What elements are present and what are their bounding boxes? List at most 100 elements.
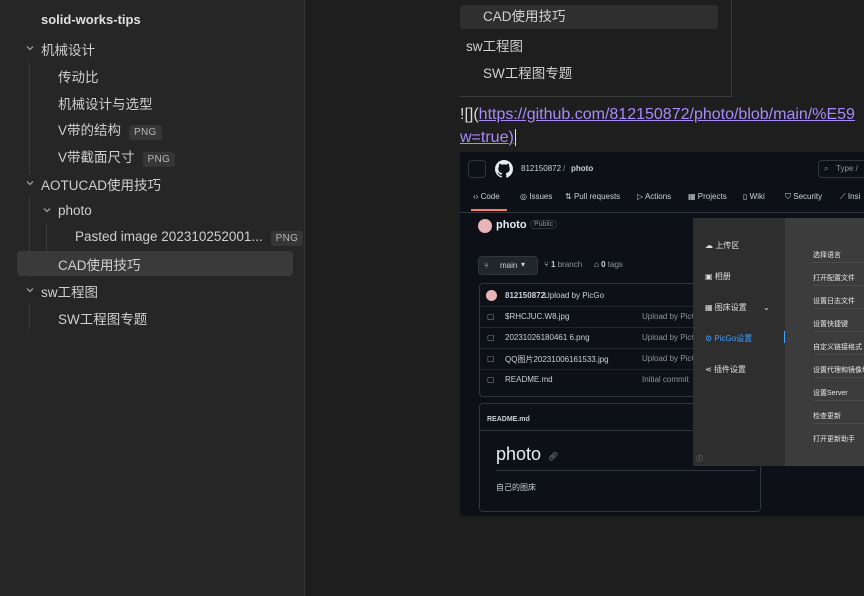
branch-count: ⑂ 1 branch	[544, 260, 582, 269]
file-name: Pasted image 202310252001...	[75, 229, 263, 244]
gear-icon: ⚙	[705, 334, 713, 343]
folder-row-aotucad[interactable]: AOTUCAD使用技巧	[17, 171, 293, 196]
repo-owner: 812150872	[521, 164, 562, 173]
menu-item-picgo-settings: ⚙ PicGo设置	[705, 333, 752, 344]
file-name: README.md	[505, 375, 553, 384]
folder-row-mechanical[interactable]: 机械设计	[17, 36, 293, 61]
vault-title[interactable]: solid-works-tips	[41, 12, 141, 27]
setting-label: 检查更新	[813, 413, 841, 420]
file-name: $RHCJUC.W8.jpg	[505, 312, 570, 321]
setting-divider	[813, 377, 864, 378]
repo-avatar	[478, 219, 492, 233]
file-row[interactable]: V带的结构 PNG	[17, 117, 293, 142]
branch-count-label: branch	[557, 260, 583, 269]
file-type-badge: PNG	[129, 125, 162, 140]
setting-divider	[813, 354, 864, 355]
setting-label: 设置日志文件	[813, 298, 855, 305]
setting-label: 设置Server	[813, 390, 848, 397]
markdown-image-link-cont[interactable]: w=true)	[460, 129, 516, 147]
file-row[interactable]: Pasted image 202310252001... PNG	[17, 225, 304, 250]
commit-message: Upload by PicGo	[544, 291, 605, 300]
commit-avatar	[486, 290, 497, 301]
link-prefix: ![](	[460, 106, 479, 123]
file-row-active[interactable]: CAD使用技巧	[17, 251, 293, 276]
tab-label: Wiki	[749, 192, 765, 201]
picgo-menu: ☁ 上传区 ▣ 相册 ▦ 图床设置 ⌄ ⚙ PicGo设置 ⋖ 插件设置 ⓘ 选…	[693, 218, 864, 466]
branch-select: ⑂ main ▾	[478, 256, 538, 275]
tab-label: Projects	[697, 192, 727, 201]
folder-row-photo[interactable]: photo	[17, 198, 293, 223]
readme-body: 自己的图床	[496, 483, 536, 492]
tab-underline	[471, 209, 507, 211]
embedded-image[interactable]: 812150872 / photo ⌕ Type / ‹› Code ◎ Iss…	[460, 152, 864, 516]
issue-icon: ◎	[520, 192, 527, 201]
file-row[interactable]: 机械设计与选型	[17, 90, 293, 115]
branch-icon: ⑂	[544, 260, 549, 269]
toc-item[interactable]: sw工程图	[466, 35, 523, 55]
setting-label: 设置快捷键	[813, 321, 848, 328]
toc-item[interactable]: SW工程图专题	[483, 62, 572, 82]
file-type-badge: PNG	[270, 231, 304, 246]
folder-label: 机械设计	[41, 42, 95, 58]
file-label: CAD使用技巧	[58, 257, 141, 273]
menu-item-plugins: ⋖ 插件设置	[705, 364, 746, 375]
setting-label: 打开配置文件	[813, 275, 855, 282]
setting-divider	[813, 423, 864, 424]
file-icon: ▢	[487, 333, 495, 342]
setting-divider	[813, 308, 864, 309]
repo-name: photo	[571, 164, 594, 173]
branch-count-num: 1	[551, 260, 556, 269]
branch-icon: ⑂	[484, 261, 489, 270]
setting-divider	[813, 285, 864, 286]
folder-label: photo	[58, 203, 92, 218]
menu-label: 插件设置	[713, 365, 746, 374]
github-header: 812150872 / photo ⌕ Type /	[460, 152, 864, 186]
link-icon: 🔗︎	[548, 452, 559, 461]
file-label: V带截面尺寸 PNG	[58, 146, 176, 167]
github-logo-icon	[495, 160, 513, 178]
file-name: 20231026180461 6.png	[505, 333, 590, 342]
tab-label: Actions	[644, 192, 672, 201]
link-url: https://github.com/812150872/photo/blob/…	[478, 106, 855, 123]
toc-item[interactable]: CAD使用技巧	[460, 5, 718, 29]
chevron-down-icon	[41, 204, 53, 216]
shield-icon: ⛉	[785, 192, 791, 201]
active-indicator	[784, 331, 785, 343]
folder-row-sw[interactable]: sw工程图	[17, 278, 293, 303]
markdown-image-link[interactable]: ![](https://github.com/812150872/photo/b…	[460, 106, 855, 124]
file-row[interactable]: SW工程图专题	[17, 305, 293, 330]
tag-icon: ⌂	[594, 260, 599, 269]
tab-label: Code	[480, 192, 500, 201]
visibility-badge: Public	[530, 220, 558, 229]
readme-title: photo	[496, 444, 542, 464]
chevron-down-icon	[24, 42, 36, 54]
folder-label: sw工程图	[41, 284, 98, 300]
file-commit: Upload by PicG	[642, 354, 698, 363]
menu-item-upload: ☁ 上传区	[705, 240, 739, 251]
menu-button	[468, 160, 486, 178]
file-type-badge: PNG	[142, 152, 176, 167]
menu-item-image-host: ▦ 图床设置 ⌄	[705, 302, 770, 313]
file-row[interactable]: 传动比	[17, 63, 293, 88]
search-input: ⌕ Type /	[818, 160, 864, 178]
tab-pull-requests: ⇅ Pull requests	[565, 192, 620, 201]
tab-projects: ▦ Projects	[688, 192, 727, 201]
file-row[interactable]: V带截面尺寸 PNG	[17, 144, 293, 169]
tab-wiki: ▯ Wiki	[743, 192, 765, 201]
readme-label: README.md	[487, 416, 530, 423]
tab-label: Issues	[529, 192, 553, 201]
file-name: V带截面尺寸	[58, 150, 135, 165]
pull-request-icon: ⇅	[565, 192, 572, 201]
tab-label: Security	[793, 192, 823, 201]
file-label: 传动比	[58, 69, 99, 85]
file-name: QQ图片20231006161533.jpg	[505, 355, 609, 364]
caret-down-icon: ▾	[521, 260, 526, 269]
branch-name: main	[500, 261, 518, 270]
file-commit: Upload by PicG	[642, 312, 698, 321]
file-icon: ▢	[487, 312, 495, 321]
graph-icon: ⟋	[840, 192, 846, 201]
image-icon: ▣	[705, 272, 713, 281]
share-icon: ⋖	[705, 365, 712, 374]
setting-divider	[813, 400, 864, 401]
table-icon: ▦	[688, 192, 696, 201]
